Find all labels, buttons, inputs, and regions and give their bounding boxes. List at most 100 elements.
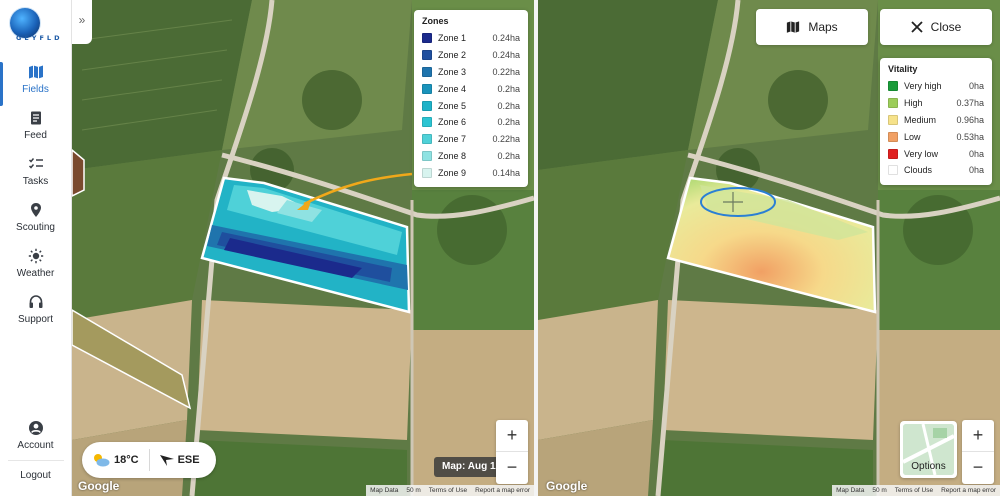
- vitality-legend-item[interactable]: Very high 0ha: [888, 78, 984, 95]
- legend-item-area: 0.24ha: [492, 50, 520, 61]
- legend-swatch: [422, 134, 432, 145]
- legend-item-name: Clouds: [904, 165, 933, 176]
- legend-item-name: Zone 4: [438, 83, 467, 94]
- sidebar-item-tasks[interactable]: Tasks: [0, 156, 71, 200]
- report-error-link[interactable]: Report a map error: [475, 487, 530, 494]
- zoom-in-button[interactable]: +: [496, 420, 528, 452]
- legend-swatch: [422, 66, 432, 77]
- weather-widget[interactable]: 18°C ESE: [82, 442, 216, 478]
- terms-link[interactable]: Terms of Use: [429, 487, 467, 494]
- legend-swatch: [888, 165, 898, 176]
- sidebar-item-label: Fields: [22, 84, 49, 95]
- legend-item-area: 0.2ha: [497, 100, 520, 111]
- sidebar-item-scouting[interactable]: Scouting: [0, 202, 71, 246]
- map-data-link[interactable]: Map Data: [836, 487, 864, 494]
- pin-icon: [30, 203, 41, 217]
- legend-swatch: [888, 131, 898, 142]
- maps-button[interactable]: Maps: [756, 9, 868, 45]
- zoom-control: + −: [962, 420, 994, 484]
- legend-item-name: Zone 5: [438, 100, 467, 111]
- legend-item-area: 0ha: [968, 148, 984, 159]
- sidebar-item-support[interactable]: Support: [0, 294, 71, 338]
- sidebar-item-label: Support: [17, 314, 54, 325]
- zoom-out-button[interactable]: −: [496, 452, 528, 484]
- zone-legend-item[interactable]: Zone 5 0.2ha: [422, 97, 520, 114]
- vitality-map[interactable]: Maps Close Vitality Very high 0ha High 0.37…: [538, 0, 1000, 496]
- zone-legend-item[interactable]: Zone 9 0.14ha: [422, 164, 520, 181]
- divider: [8, 460, 64, 461]
- zone-legend-item[interactable]: Zone 4 0.2ha: [422, 80, 520, 97]
- checklist-icon: [28, 158, 43, 169]
- options-button[interactable]: Options: [900, 421, 957, 478]
- account-icon: [28, 421, 43, 435]
- report-error-link[interactable]: Report a map error: [941, 487, 996, 494]
- legend-item-name: Zone 9: [438, 167, 467, 178]
- zone-legend-item[interactable]: Zone 1 0.24ha: [422, 30, 520, 47]
- close-button[interactable]: Close: [880, 9, 992, 45]
- partly-cloudy-icon: [94, 454, 110, 467]
- sidebar: GEYFLD Fields Feed Tasks Scouting Weathe…: [0, 0, 72, 496]
- zone-legend-item[interactable]: Zone 8 0.2ha: [422, 148, 520, 165]
- close-icon: [911, 21, 923, 33]
- headset-icon: [29, 295, 42, 308]
- google-logo[interactable]: Google: [546, 479, 587, 493]
- legend-item-area: 0.53ha: [956, 131, 984, 142]
- zoom-out-button[interactable]: −: [962, 452, 994, 484]
- legend-item-name: Very low: [904, 148, 939, 159]
- legend-swatch: [422, 100, 432, 111]
- maps-button-label: Maps: [808, 20, 838, 34]
- legend-item-name: Zone 7: [438, 134, 467, 145]
- sidebar-item-account[interactable]: Account: [0, 420, 71, 464]
- terms-link[interactable]: Terms of Use: [895, 487, 933, 494]
- legend-item-name: Zone 1: [438, 33, 467, 44]
- vitality-legend-item[interactable]: Medium 0.96ha: [888, 112, 984, 129]
- legend-swatch: [422, 167, 432, 178]
- document-icon: [30, 111, 41, 125]
- vitality-legend-item[interactable]: High 0.37ha: [888, 95, 984, 112]
- map-data-link[interactable]: Map Data: [370, 487, 398, 494]
- sidebar-item-fields[interactable]: Fields: [0, 62, 71, 108]
- sidebar-item-label: Tasks: [22, 176, 49, 187]
- zoom-control: + −: [496, 420, 528, 484]
- vitality-legend-item[interactable]: Low 0.53ha: [888, 128, 984, 145]
- vitality-legend-title: Vitality: [888, 64, 918, 74]
- legend-item-area: 0.14ha: [492, 167, 520, 178]
- legend-item-name: Zone 8: [438, 150, 467, 161]
- brand-logo[interactable]: GEYFLD: [6, 8, 68, 42]
- account-label: Account: [17, 440, 54, 451]
- sidebar-item-label: Feed: [24, 130, 47, 141]
- zone-legend-item[interactable]: Zone 6 0.2ha: [422, 114, 520, 131]
- sun-icon: [28, 248, 43, 264]
- legend-swatch: [422, 33, 432, 44]
- scale-label: 50 m: [406, 487, 421, 494]
- temperature-value: 18°C: [114, 454, 139, 466]
- legend-item-area: 0.22ha: [492, 66, 520, 77]
- legend-swatch: [888, 81, 898, 92]
- sidebar-item-weather[interactable]: Weather: [0, 248, 71, 292]
- vitality-legend-item[interactable]: Very low 0ha: [888, 145, 984, 162]
- vitality-legend-item[interactable]: Clouds 0ha: [888, 162, 984, 179]
- map-attribution: Map Data 50 m Terms of Use Report a map …: [366, 485, 534, 496]
- collapse-sidebar-button[interactable]: »: [72, 0, 92, 44]
- sidebar-item-label: Scouting: [16, 222, 55, 233]
- legend-swatch: [422, 150, 432, 161]
- zoom-in-button[interactable]: +: [962, 420, 994, 452]
- legend-item-area: 0ha: [968, 165, 984, 176]
- zones-map[interactable]: » Zones Zone 1 0.24ha Zone 2 0.24ha Zone 3 0.…: [72, 0, 534, 496]
- legend-item-name: High: [904, 98, 923, 109]
- legend-item-area: 0.24ha: [492, 33, 520, 44]
- zone-legend-item[interactable]: Zone 3 0.22ha: [422, 64, 520, 81]
- google-logo[interactable]: Google: [78, 479, 119, 493]
- wind-arrow-icon: [159, 455, 174, 466]
- logout-button[interactable]: Logout: [0, 470, 71, 481]
- legend-item-name: Low: [904, 131, 921, 142]
- legend-item-area: 0.2ha: [497, 117, 520, 128]
- legend-swatch: [422, 117, 432, 128]
- sidebar-item-feed[interactable]: Feed: [0, 110, 71, 154]
- map-icon: [28, 65, 43, 79]
- legend-item-area: 0.37ha: [956, 98, 984, 109]
- legend-swatch: [422, 50, 432, 61]
- zone-legend-item[interactable]: Zone 7 0.22ha: [422, 131, 520, 148]
- zone-legend-item[interactable]: Zone 2 0.24ha: [422, 47, 520, 64]
- legend-item-name: Zone 6: [438, 117, 467, 128]
